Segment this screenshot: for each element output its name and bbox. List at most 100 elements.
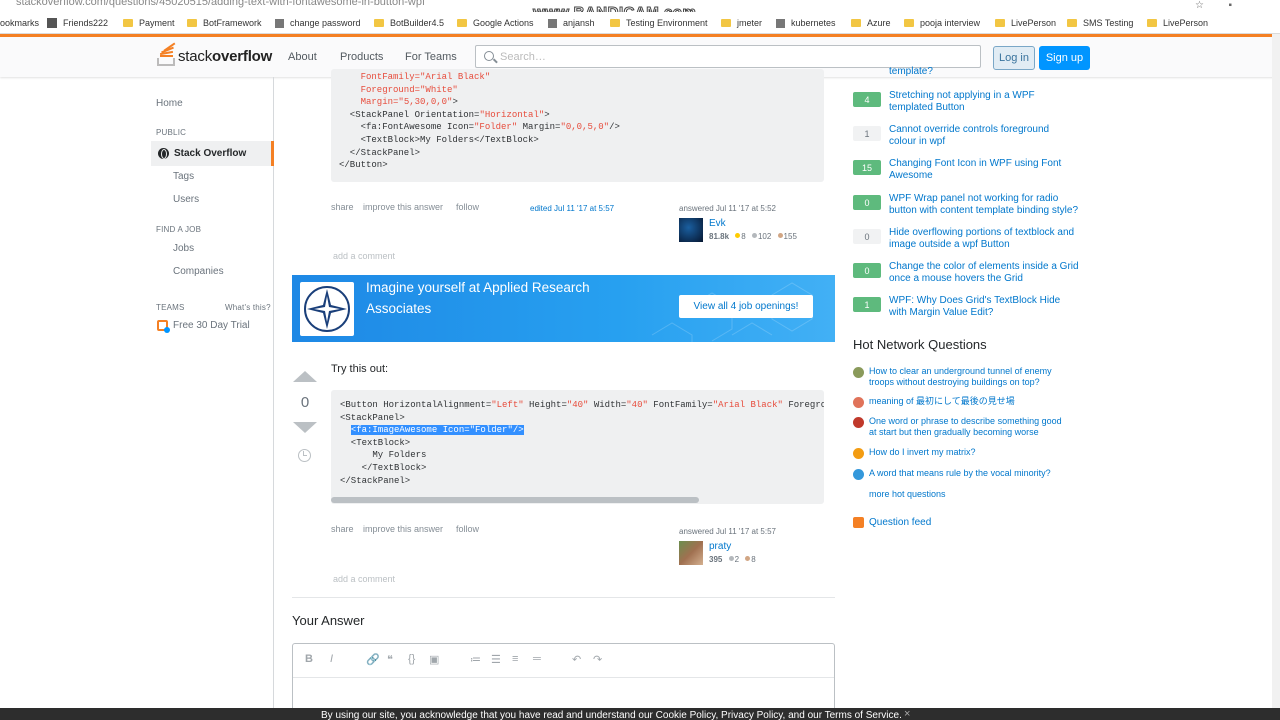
bookmark-label: Payment xyxy=(139,18,175,28)
hot-question-title[interactable]: How to clear an underground tunnel of en… xyxy=(869,366,1069,388)
extension-icon[interactable]: ▪ xyxy=(1228,0,1232,11)
answer1-reputation: 81.8k 8 102 155 xyxy=(709,232,797,241)
answer2-user-name[interactable]: praty xyxy=(709,541,731,552)
related-question-title[interactable]: Cannot override controls foreground colo… xyxy=(889,124,1079,148)
link-icon[interactable]: 🔗 xyxy=(366,653,380,666)
bold-icon[interactable]: B xyxy=(305,653,313,665)
related-question-title[interactable]: WPF Wrap panel not working for radio but… xyxy=(889,193,1079,217)
bookmark-item[interactable]: Payment xyxy=(123,18,175,28)
main-content: FontFamily="Arial Black" Foreground="Whi… xyxy=(274,69,844,720)
nav-stack-overflow[interactable]: Stack Overflow xyxy=(151,141,274,166)
bookmark-item[interactable]: BotBuilder4.5 xyxy=(374,18,444,28)
answer1-code-block[interactable]: FontFamily="Arial Black" Foreground="Whi… xyxy=(331,69,824,182)
answer2-avatar[interactable] xyxy=(679,541,703,565)
bookmark-star-icon[interactable]: ☆ xyxy=(1195,0,1204,11)
bookmark-item[interactable]: Azure xyxy=(851,18,891,28)
code-line: <TextBlock> xyxy=(340,437,824,450)
redo-icon[interactable]: ↷ xyxy=(593,653,602,666)
nav-tags[interactable]: Tags xyxy=(173,171,194,182)
upvote-button[interactable] xyxy=(293,371,317,382)
bookmarks-bar: ookmarks Friends222 Payment BotFramework cha… xyxy=(0,12,1280,34)
bookmark-label: Google Actions xyxy=(473,18,534,28)
answer2-share-link[interactable]: share xyxy=(331,524,354,534)
nav-users[interactable]: Users xyxy=(173,194,199,205)
bookmark-item[interactable]: jmeter xyxy=(721,18,762,28)
url-text[interactable]: stackoverflow.com/questions/45020515/add… xyxy=(16,0,425,8)
history-icon[interactable] xyxy=(298,449,311,462)
answer2-code-block[interactable]: <Button HorizontalAlignment="Left" Heigh… xyxy=(331,390,824,504)
related-question-title[interactable]: Stretching not applying in a WPF templat… xyxy=(889,90,1079,114)
related-question-title[interactable]: Hide overflowing portions of textblock a… xyxy=(889,227,1079,251)
related-question-title[interactable]: Change the color of elements inside a Gr… xyxy=(889,261,1079,285)
bookmark-item[interactable]: Testing Environment xyxy=(610,18,708,28)
page-scrollbar[interactable] xyxy=(1272,34,1280,708)
hot-question-title[interactable]: meaning of 最初にして最後の見せ場 xyxy=(869,396,1069,407)
bookmark-item[interactable]: SMS Testing xyxy=(1067,18,1133,28)
hot-question-title[interactable]: A word that means rule by the vocal mino… xyxy=(869,468,1069,479)
bookmark-item[interactable]: change password xyxy=(275,18,361,28)
quote-icon[interactable]: ❝ xyxy=(387,653,393,666)
answer1-follow-link[interactable]: follow xyxy=(456,202,479,212)
bookmark-item[interactable]: ookmarks xyxy=(0,18,39,28)
code-token: Width= xyxy=(588,400,627,410)
answer1-avatar[interactable] xyxy=(679,218,703,242)
code-token: "Folder" xyxy=(474,122,518,133)
bookmark-item[interactable]: kubernetes xyxy=(776,18,836,28)
free-trial-link[interactable]: Free 30 Day Trial xyxy=(157,320,250,333)
answer2-answered-time: answered Jul 11 '17 at 5:57 xyxy=(679,527,776,536)
bookmark-item[interactable]: LivePerson xyxy=(995,18,1056,28)
answer1-edited-link[interactable]: edited Jul 11 '17 at 5:57 xyxy=(530,204,614,213)
whats-this-link[interactable]: What's this? xyxy=(225,303,271,312)
more-hot-questions-link[interactable]: more hot questions xyxy=(869,489,946,499)
nav-for-teams[interactable]: For Teams xyxy=(405,51,457,63)
code-icon[interactable]: {} xyxy=(408,653,415,665)
folder-icon xyxy=(721,19,731,27)
answer2-add-comment[interactable]: add a comment xyxy=(333,574,395,584)
teams-icon xyxy=(157,320,170,333)
site-logo[interactable]: stackoverflow xyxy=(157,42,272,66)
bullet-list-icon[interactable]: ☰ xyxy=(491,653,501,666)
code-token: <StackPanel Orientation= xyxy=(339,109,480,120)
bookmark-item[interactable]: BotFramework xyxy=(187,18,262,28)
answer1-share-link[interactable]: share xyxy=(331,202,354,212)
hot-question-title[interactable]: How do I invert my matrix? xyxy=(869,447,1069,458)
related-question-title[interactable]: Changing Font Icon in WPF using Font Awe… xyxy=(889,158,1079,182)
search-box[interactable] xyxy=(475,45,981,68)
undo-icon[interactable]: ↶ xyxy=(572,653,581,666)
nav-about[interactable]: About xyxy=(288,51,317,63)
nav-home[interactable]: Home xyxy=(156,98,183,109)
job-ad-banner[interactable]: Imagine yourself at Applied Research Ass… xyxy=(292,275,835,342)
nav-companies[interactable]: Companies xyxy=(173,266,224,277)
answer2-improve-link[interactable]: improve this answer xyxy=(363,524,443,534)
code-token: > xyxy=(544,109,550,120)
bookmark-item[interactable]: LivePerson xyxy=(1147,18,1208,28)
answer1-user-name[interactable]: Evk xyxy=(709,218,726,229)
code-line: <fa:FontAwesome Icon="Folder" Margin="0,… xyxy=(339,121,824,134)
nav-products[interactable]: Products xyxy=(340,51,383,63)
bookmark-item[interactable]: Friends222 xyxy=(47,18,108,28)
bookmark-item[interactable]: pooja interview xyxy=(904,18,980,28)
numbered-list-icon[interactable]: ≔ xyxy=(470,653,481,666)
question-feed-link[interactable]: Question feed xyxy=(853,517,931,528)
heading-icon[interactable]: ≡ xyxy=(512,653,518,665)
answer1-improve-link[interactable]: improve this answer xyxy=(363,202,443,212)
rule-icon[interactable]: ═ xyxy=(533,653,541,665)
hot-question-title[interactable]: One word or phrase to describe something… xyxy=(869,416,1069,438)
downvote-button[interactable] xyxy=(293,422,317,433)
search-input[interactable] xyxy=(500,48,970,65)
answer1-add-comment[interactable]: add a comment xyxy=(333,251,395,261)
bookmark-item[interactable]: anjansh xyxy=(548,18,595,28)
italic-icon[interactable]: I xyxy=(330,653,333,665)
image-icon[interactable]: ▣ xyxy=(429,653,439,666)
related-question-title[interactable]: WPF: Why Does Grid's TextBlock Hide with… xyxy=(889,295,1079,319)
nav-jobs[interactable]: Jobs xyxy=(173,243,194,254)
section-find-job: FIND A JOB xyxy=(156,225,202,234)
answer2-follow-link[interactable]: follow xyxy=(456,524,479,534)
section-public: PUBLIC xyxy=(156,128,187,137)
close-icon[interactable]: × xyxy=(904,708,910,720)
view-job-openings-button[interactable]: View all 4 job openings! xyxy=(679,295,813,318)
bookmark-item[interactable]: Google Actions xyxy=(457,18,534,28)
related-question-title[interactable]: template? xyxy=(889,66,1079,78)
code-horizontal-scrollbar[interactable] xyxy=(331,497,699,503)
bookmark-label: pooja interview xyxy=(920,18,981,28)
